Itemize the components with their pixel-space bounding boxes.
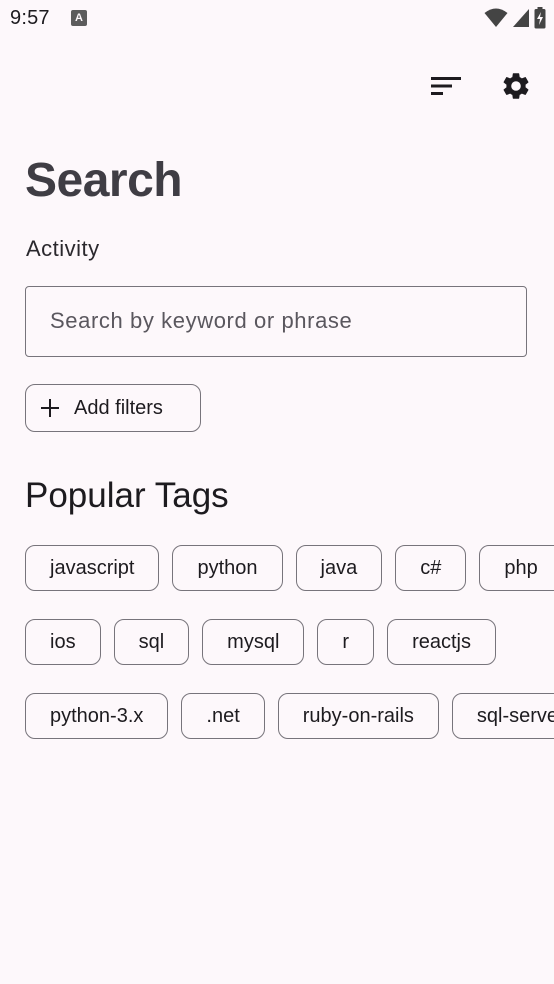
top-app-bar-actions xyxy=(426,66,536,106)
plus-icon xyxy=(41,399,59,417)
tag-chip[interactable]: python-3.x xyxy=(25,693,169,739)
notification-a-icon: A xyxy=(71,10,87,26)
gear-icon xyxy=(503,73,529,99)
tag-row-2: ios sql mysql r reactjs xyxy=(25,619,496,665)
tag-row-3: python-3.x .net ruby-on-rails sql-server xyxy=(25,693,554,739)
tag-chip[interactable]: ios xyxy=(25,619,101,665)
tag-chip[interactable]: c# xyxy=(395,545,467,591)
add-filters-label: Add filters xyxy=(74,396,163,419)
tag-chip[interactable]: mysql xyxy=(202,619,305,665)
status-bar: 9:57 A xyxy=(0,0,554,38)
search-screen: 9:57 A Search Activity Search by keyword… xyxy=(0,0,554,984)
signal-icon xyxy=(513,9,529,27)
tag-chip[interactable]: .net xyxy=(181,693,265,739)
tag-chip[interactable]: reactjs xyxy=(387,619,496,665)
page-title: Search xyxy=(25,154,183,207)
tag-chip[interactable]: java xyxy=(295,545,383,591)
settings-button[interactable] xyxy=(496,66,536,106)
status-indicators xyxy=(484,6,546,30)
add-filters-button[interactable]: Add filters xyxy=(25,384,201,432)
search-input[interactable] xyxy=(50,287,510,355)
tag-row-1: javascript python java c# php xyxy=(25,545,554,591)
sort-icon xyxy=(431,77,461,95)
tag-chip[interactable]: python xyxy=(172,545,283,591)
tag-chip[interactable]: php xyxy=(479,545,554,591)
tag-chip[interactable]: sql-server xyxy=(451,693,554,739)
tag-chip[interactable]: ruby-on-rails xyxy=(277,693,439,739)
tag-chip[interactable]: r xyxy=(317,619,375,665)
sort-button[interactable] xyxy=(426,66,466,106)
search-field[interactable] xyxy=(25,286,527,357)
popular-tags-title: Popular Tags xyxy=(25,476,229,515)
battery-icon xyxy=(534,7,546,29)
scope-label: Activity xyxy=(26,236,100,261)
status-time: 9:57 xyxy=(10,7,50,29)
wifi-icon xyxy=(484,8,508,27)
tag-chip[interactable]: sql xyxy=(113,619,190,665)
tag-chip[interactable]: javascript xyxy=(25,545,160,591)
